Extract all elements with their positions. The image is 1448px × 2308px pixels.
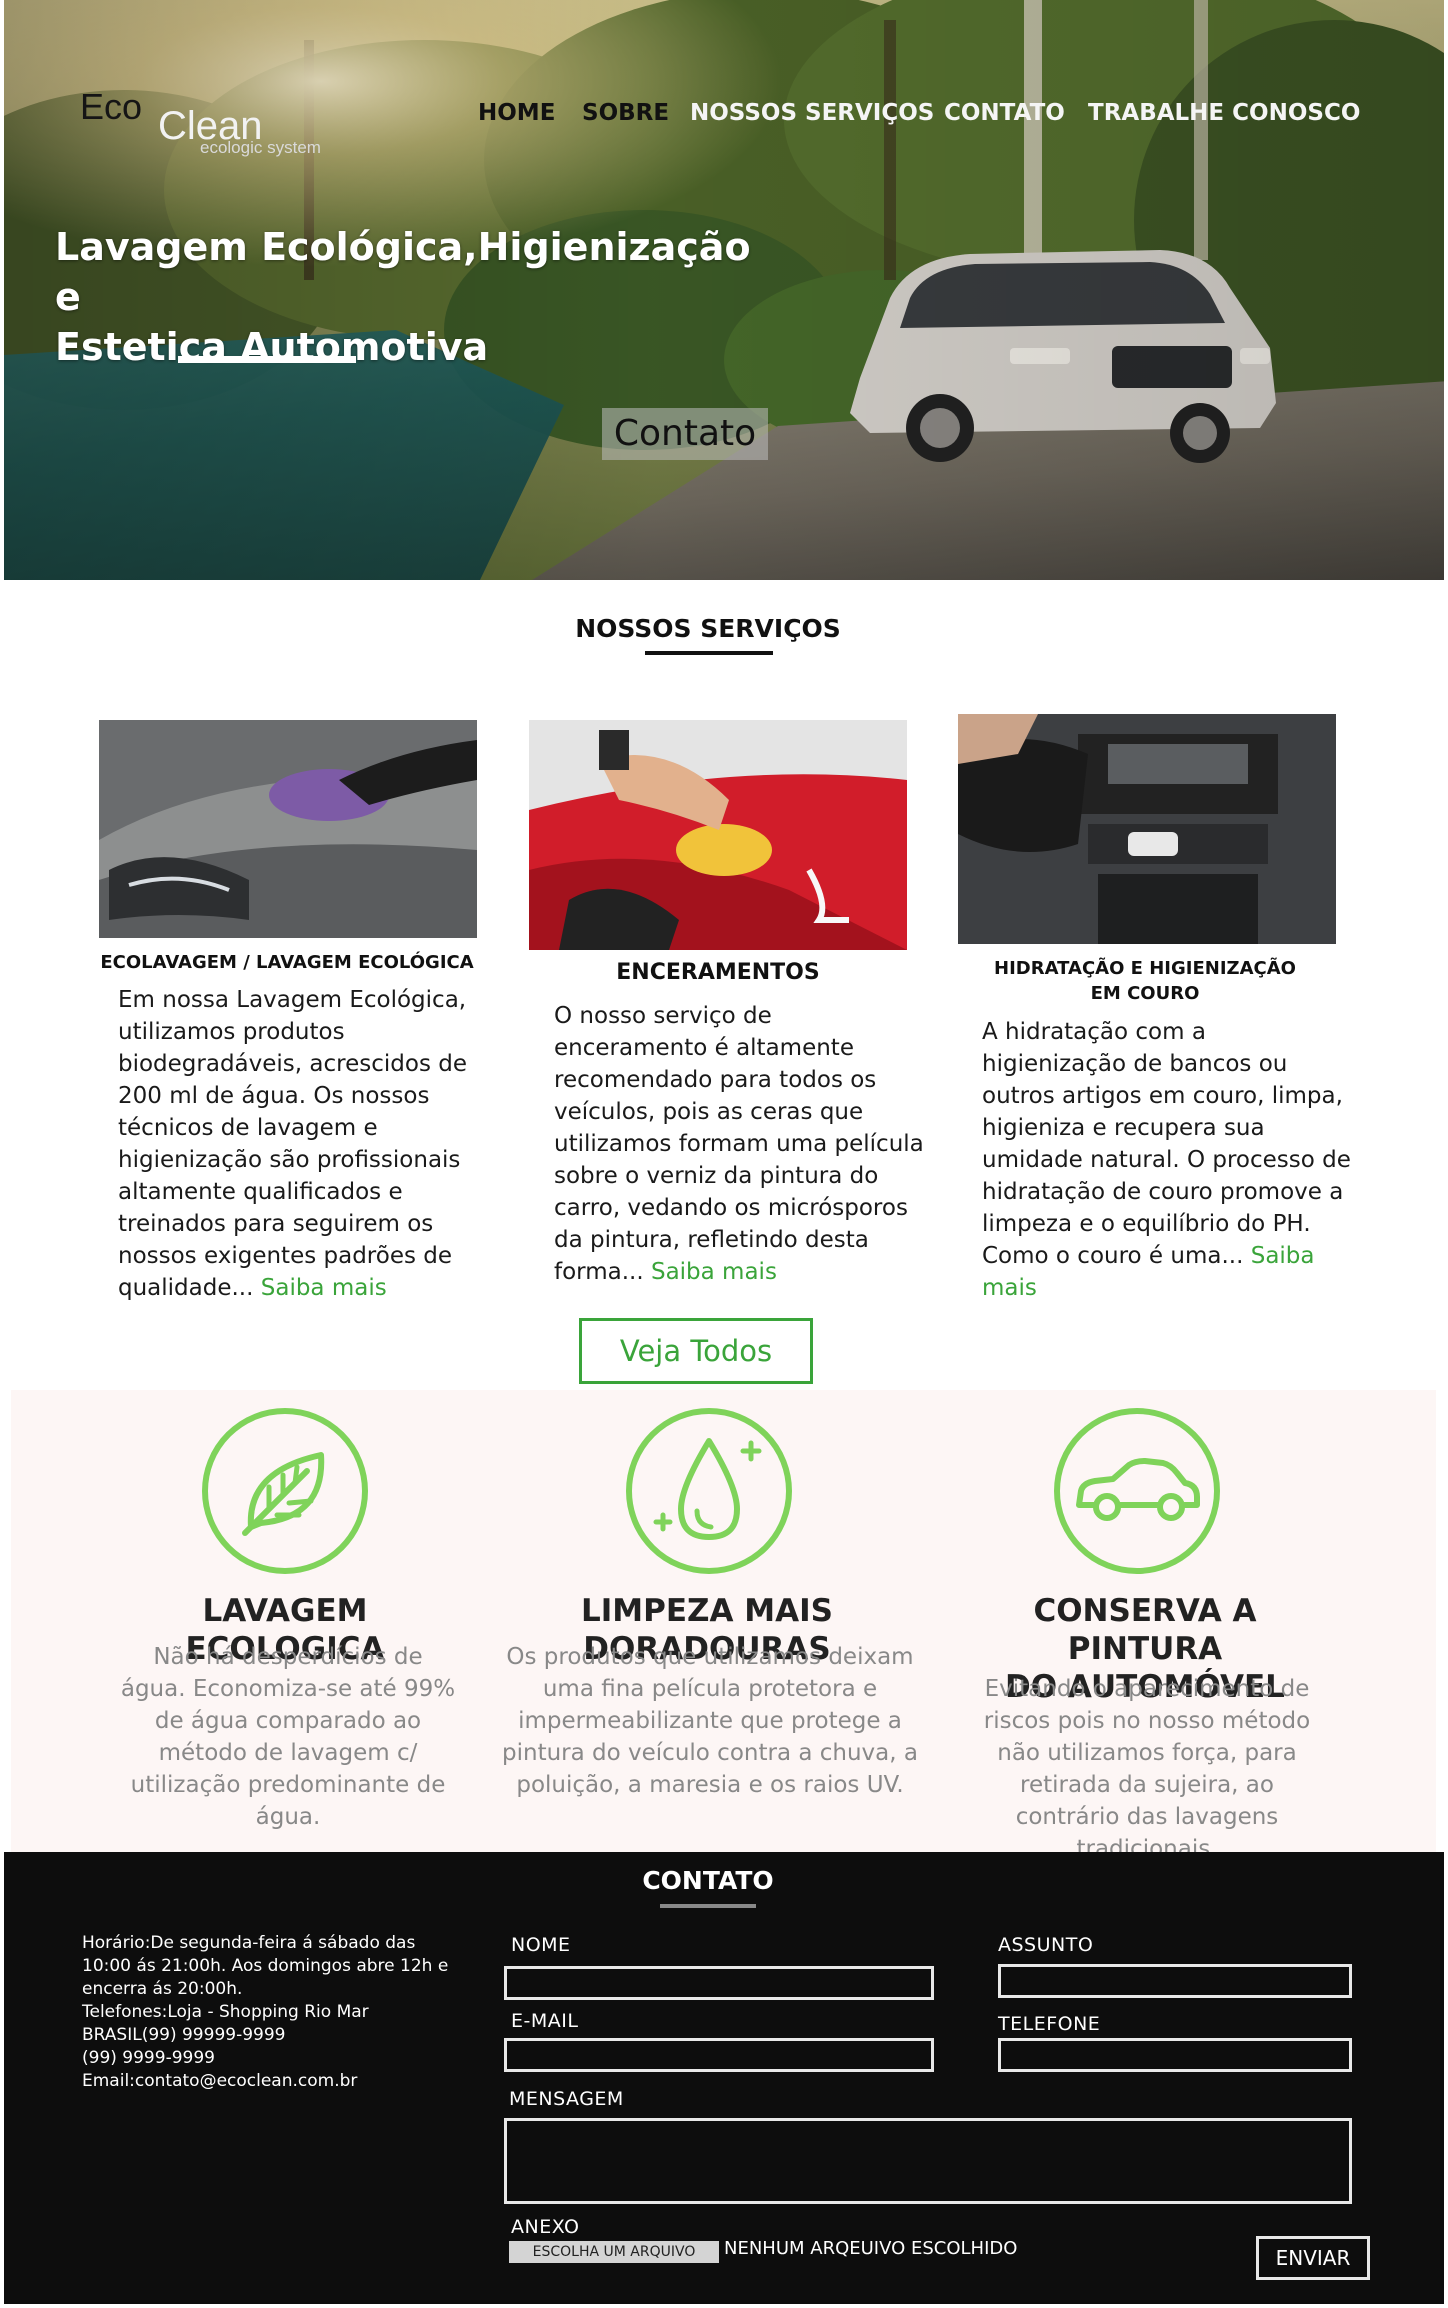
enceramentos-title: ENCERAMENTOS <box>616 960 820 985</box>
logo-eco-text: Eco <box>80 86 143 127</box>
nav-home[interactable]: HOME <box>478 100 555 126</box>
ecolavagem-text: Em nossa Lavagem Ecológica, utilizamos p… <box>118 987 467 1301</box>
email-label: E-MAIL <box>511 2010 579 2032</box>
hero-title-line-1: Lavagem Ecológica,Higienização e <box>55 225 751 319</box>
hero-contact-button[interactable]: Contato <box>602 408 768 460</box>
feature-lavagem-ecologica-text: Não há desperdícios de água. Economiza-s… <box>120 1644 456 1830</box>
services-section-title: NOSSOS SERVIÇOS <box>575 614 841 643</box>
site-logo[interactable]: Eco Clean ecologic system <box>80 86 360 166</box>
veja-todos-button[interactable]: Veja Todos <box>579 1318 813 1384</box>
contact-info-line: Horário:De segunda-feira á sábado das <box>82 1933 416 1953</box>
mensagem-label: MENSAGEM <box>509 2088 624 2110</box>
nome-label: NOME <box>511 1934 571 1956</box>
enceramentos-saiba-mais-link[interactable]: Saiba mais <box>651 1259 777 1285</box>
hidratacao-title-line-1: HIDRATAÇÃO E HIGIENIZAÇÃO <box>994 958 1296 979</box>
hidratacao-title: HIDRATAÇÃO E HIGIENIZAÇÃO EM COURO <box>958 956 1332 1006</box>
contact-title-underline <box>660 1904 756 1908</box>
contact-info: Horário:De segunda-feira á sábado das 10… <box>82 1932 462 2093</box>
nav-sobre[interactable]: SOBRE <box>582 100 669 126</box>
choose-file-button[interactable]: ESCOLHA UM ARQUIVO <box>509 2241 719 2263</box>
nav-trabalhe-conosco[interactable]: TRABALHE CONOSCO <box>1088 100 1360 126</box>
car-icon <box>1054 1408 1220 1574</box>
contact-info-line: Telefones:Loja - Shopping Rio Mar <box>82 2002 369 2022</box>
mensagem-textarea[interactable] <box>504 2118 1352 2204</box>
feature-conserva-text: Evitando o aparecimento de riscos pois n… <box>983 1676 1311 1862</box>
leaf-icon <box>202 1408 368 1574</box>
feature-limpeza-text: Os produtos que utilizamos deixam uma fi… <box>502 1644 918 1798</box>
hero-divider <box>178 356 356 363</box>
assunto-input[interactable] <box>998 1964 1352 1998</box>
enviar-button[interactable]: ENVIAR <box>1256 2236 1370 2280</box>
hidratacao-title-line-2: EM COURO <box>1090 983 1200 1004</box>
hidratacao-couro-image[interactable] <box>958 714 1336 944</box>
hidratacao-description: A hidratação com a higienização de banco… <box>982 1016 1352 1304</box>
contact-section: CONTATO Horário:De segunda-feira á sábad… <box>4 1852 1444 2304</box>
file-status-text: NENHUM ARQEUIVO ESCOLHIDO <box>724 2238 1018 2259</box>
assunto-label: ASSUNTO <box>998 1934 1094 1956</box>
ecolavagem-description: Em nossa Lavagem Ecológica, utilizamos p… <box>118 984 478 1304</box>
telefone-input[interactable] <box>998 2038 1352 2072</box>
ecolavagem-title: ECOLAVAGEM / LAVAGEM ECOLÓGICA <box>100 952 474 973</box>
contact-info-line: encerra ás 20:00h. <box>82 1979 243 1999</box>
feature-conserva-title-line-1: CONSERVA A PINTURA <box>1033 1593 1257 1667</box>
nav-servicos[interactable]: NOSSOS SERVIÇOS <box>690 100 934 126</box>
ecolavagem-saiba-mais-link[interactable]: Saiba mais <box>261 1275 387 1301</box>
enceramentos-description: O nosso serviço de enceramento é altamen… <box>554 1000 926 1288</box>
enceramentos-text: O nosso serviço de enceramento é altamen… <box>554 1003 924 1285</box>
contact-info-line: Email:contato@ecoclean.com.br <box>82 2071 358 2091</box>
nav-contato[interactable]: CONTATO <box>944 100 1065 126</box>
enceramento-image[interactable] <box>529 720 907 950</box>
services-title-underline <box>645 651 773 655</box>
hidratacao-text: A hidratação com a higienização de banco… <box>982 1019 1351 1269</box>
contact-info-line: BRASIL(99) 99999-9999 <box>82 2025 286 2045</box>
logo-tagline: ecologic system <box>200 138 321 157</box>
anexo-label: ANEXO <box>511 2216 580 2238</box>
ecolavagem-image[interactable] <box>99 720 477 938</box>
water-drop-icon <box>626 1408 792 1574</box>
nome-input[interactable] <box>504 1966 934 2000</box>
telefone-label: TELEFONE <box>998 2013 1101 2035</box>
contact-info-line: (99) 9999-9999 <box>82 2048 215 2068</box>
contact-info-line: 10:00 ás 21:00h. Aos domingos abre 12h e <box>82 1956 449 1976</box>
contact-title: CONTATO <box>642 1866 774 1895</box>
email-input[interactable] <box>504 2038 934 2072</box>
hero-title: Lavagem Ecológica,Higienização e Estetic… <box>55 222 755 372</box>
